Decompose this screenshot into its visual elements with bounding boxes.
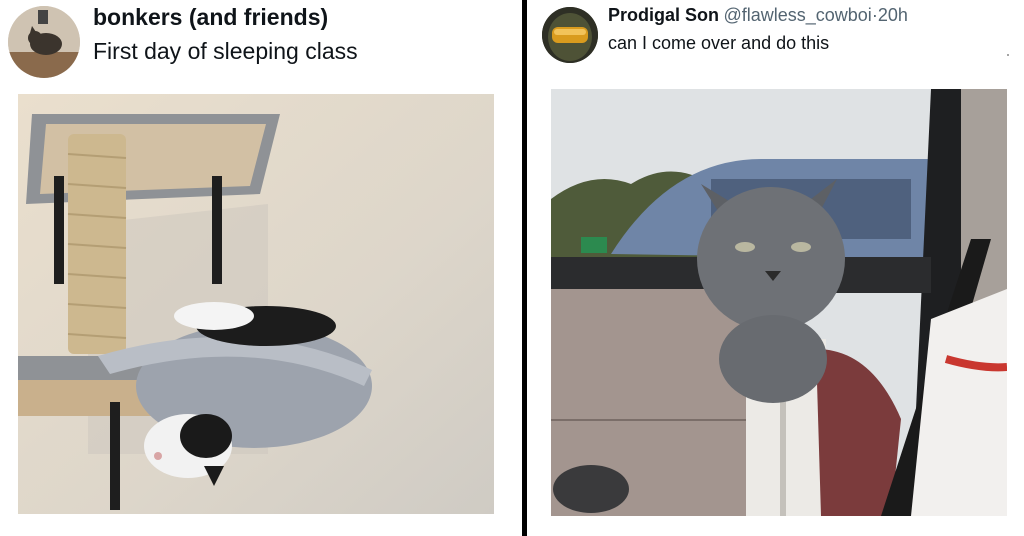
cat-in-car-photo-icon [551, 89, 1007, 516]
tweet-media-image[interactable] [551, 89, 1007, 516]
tweet-media-image[interactable] [18, 94, 494, 514]
helmet-avatar-icon [542, 7, 598, 63]
stray-dot [1007, 54, 1009, 56]
cat-avatar-icon [8, 6, 80, 78]
tweet-text: can I come over and do this [608, 33, 830, 53]
user-handle[interactable]: @flawless_cowboi [723, 5, 871, 25]
display-name[interactable]: bonkers (and friends) [93, 3, 358, 31]
avatar[interactable] [8, 6, 80, 78]
avatar[interactable] [542, 7, 598, 63]
tweet-header: Prodigal Son @flawless_cowboi·20h can I … [608, 5, 908, 54]
tweet-card-left: bonkers (and friends) First day of sleep… [0, 0, 522, 536]
tweet-text: First day of sleeping class [93, 38, 358, 64]
tweet-header: bonkers (and friends) First day of sleep… [93, 3, 358, 65]
display-name[interactable]: Prodigal Son [608, 5, 719, 25]
cat-tree-photo-icon [18, 94, 494, 514]
tweet-card-right: Prodigal Son @flawless_cowboi·20h can I … [527, 0, 1024, 536]
timestamp[interactable]: 20h [878, 5, 908, 25]
